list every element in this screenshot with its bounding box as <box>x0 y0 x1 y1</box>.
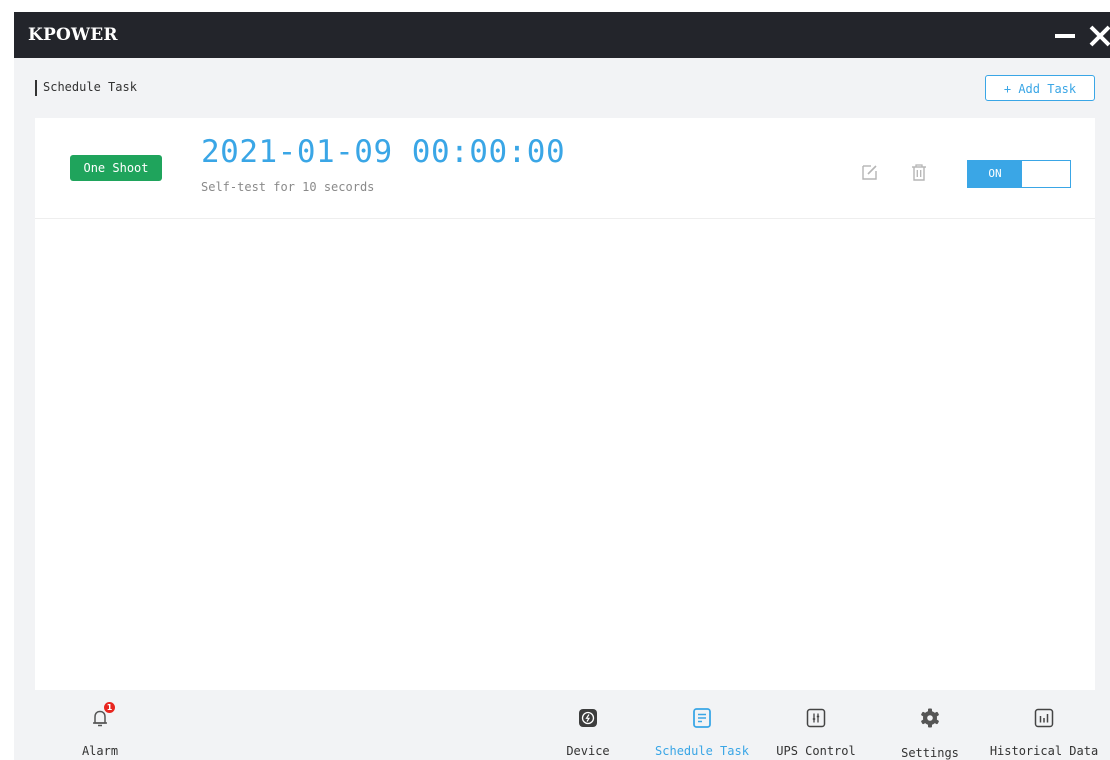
task-type-badge: One Shoot <box>70 155 162 181</box>
toggle-on-label: ON <box>968 161 1022 187</box>
nav-ups-control[interactable]: UPS Control <box>770 690 862 760</box>
nav-label-ups-control: UPS Control <box>776 744 856 758</box>
task-datetime: 2021-01-09 00:00:00 <box>201 134 566 170</box>
bar-chart-icon <box>1032 706 1056 730</box>
title-bar: KPOWER <box>14 12 1110 58</box>
add-task-button[interactable]: + Add Task <box>985 75 1095 101</box>
edit-icon <box>862 165 877 180</box>
minimize-button[interactable] <box>1050 18 1082 52</box>
gear-icon <box>918 706 942 730</box>
task-enable-toggle[interactable]: ON <box>967 160 1071 188</box>
close-icon <box>1089 25 1110 47</box>
task-list-panel: One Shoot 2021-01-09 00:00:00 Self-test … <box>35 118 1095 690</box>
nav-label-settings: Settings <box>901 746 959 760</box>
page-title: Schedule Task <box>43 80 137 94</box>
task-description: Self-test for 10 secords <box>201 180 375 194</box>
task-list-icon <box>690 706 714 730</box>
section-marker <box>35 80 37 96</box>
nav-settings[interactable]: Settings <box>884 690 976 760</box>
alarm-count-badge: 1 <box>104 702 115 713</box>
nav-label-schedule-task: Schedule Task <box>655 744 749 758</box>
bottom-nav: 1 Alarm Device Schedule Task UPS Control… <box>14 690 1110 760</box>
page: KPOWER Schedule Task + Add Task One Shoo… <box>0 0 1110 760</box>
sliders-icon <box>804 706 828 730</box>
app-title: KPOWER <box>28 25 118 45</box>
trash-icon <box>912 164 926 181</box>
nav-schedule-task[interactable]: Schedule Task <box>648 690 756 760</box>
page-header: Schedule Task + Add Task <box>14 58 1110 118</box>
minimize-icon <box>1055 34 1075 38</box>
nav-historical-data[interactable]: Historical Data <box>984 690 1104 760</box>
nav-device[interactable]: Device <box>549 690 627 760</box>
app-window: KPOWER Schedule Task + Add Task One Shoo… <box>14 12 1110 760</box>
close-button[interactable] <box>1086 18 1110 52</box>
nav-label-historical-data: Historical Data <box>989 744 1099 758</box>
nav-label-device: Device <box>566 744 610 758</box>
power-icon <box>576 706 600 730</box>
edit-task-button[interactable] <box>860 162 880 182</box>
nav-alarm[interactable]: 1 Alarm <box>60 690 140 760</box>
nav-label-alarm: Alarm <box>81 744 119 758</box>
delete-task-button[interactable] <box>909 162 929 182</box>
task-card: One Shoot 2021-01-09 00:00:00 Self-test … <box>35 118 1095 219</box>
